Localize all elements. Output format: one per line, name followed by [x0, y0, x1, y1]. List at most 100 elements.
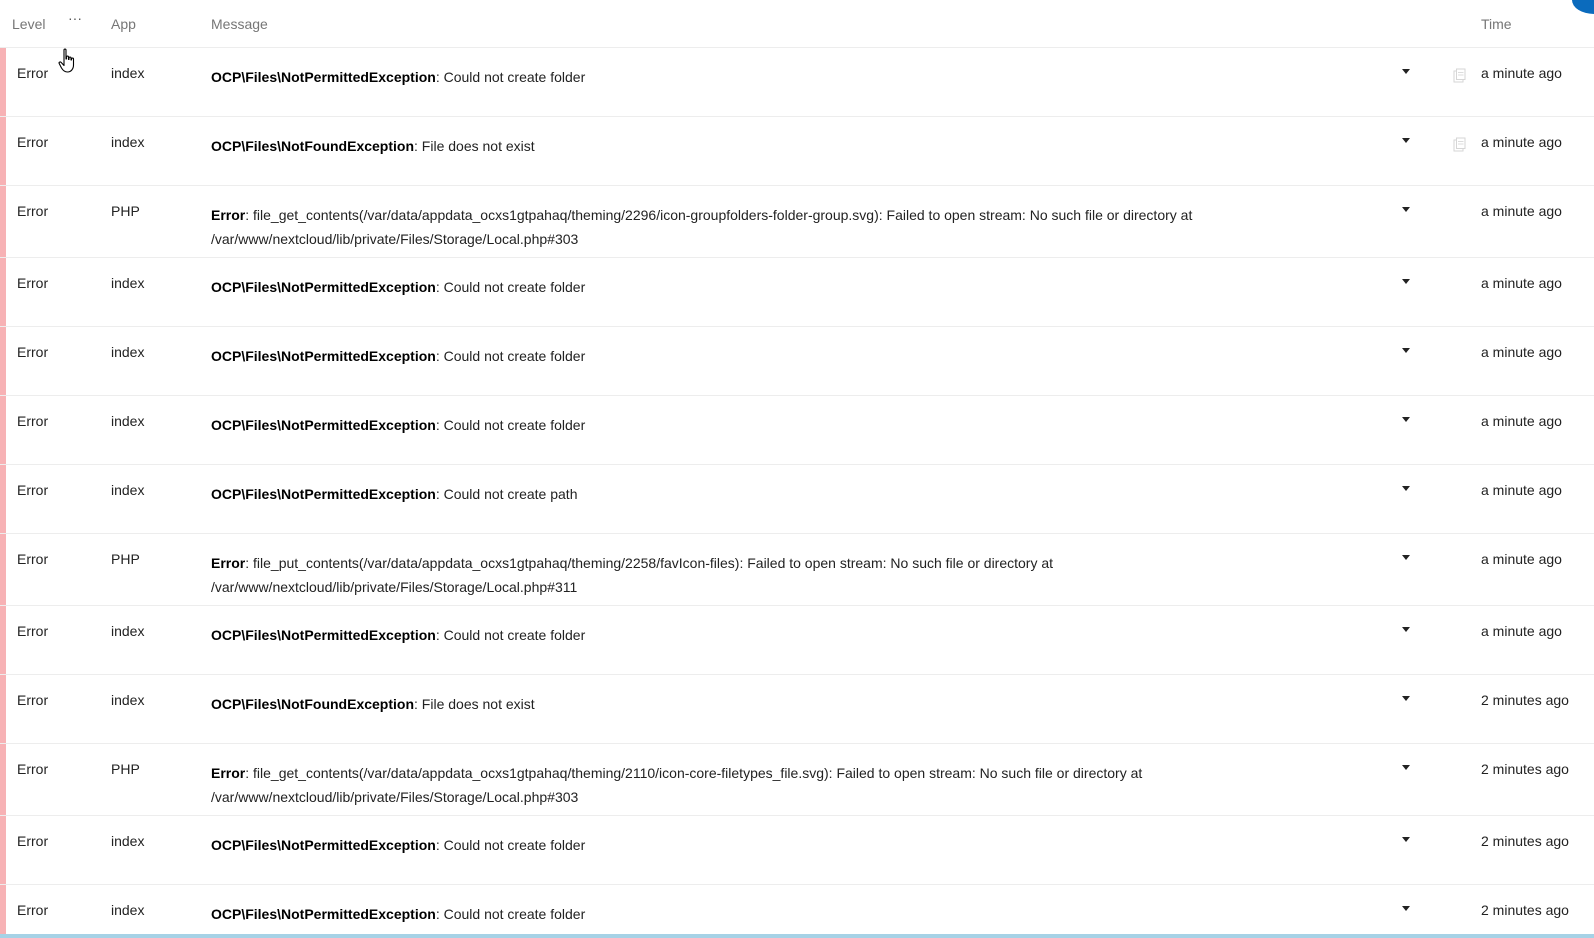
log-time: 2 minutes ago	[1481, 902, 1569, 918]
caret-down-icon[interactable]	[1402, 207, 1410, 212]
log-app: index	[111, 275, 145, 291]
log-message: OCP\Files\NotPermittedException: Could n…	[211, 413, 1271, 437]
caret-down-icon[interactable]	[1402, 837, 1410, 842]
log-app: index	[111, 134, 145, 150]
log-level: Error	[17, 482, 49, 498]
caret-down-icon[interactable]	[1402, 417, 1410, 422]
log-app: index	[111, 692, 145, 708]
message-text: : file_get_contents(/var/data/appdata_oc…	[245, 207, 1193, 223]
column-header-level[interactable]: Level	[12, 16, 45, 32]
message-text: : Could not create folder	[435, 837, 586, 853]
log-row[interactable]: Error index OCP\Files\NotPermittedExceptio…	[0, 48, 1594, 117]
message-text: : Could not create folder	[435, 906, 586, 922]
log-level: Error	[17, 902, 49, 918]
exception-class: OCP\Files\NotPermittedException	[211, 348, 436, 364]
message-text: : Could not create folder	[435, 417, 586, 433]
log-level: Error	[17, 344, 49, 360]
exception-class: OCP\Files\NotPermittedException	[211, 486, 436, 502]
log-row[interactable]: Error index OCP\Files\NotPermittedExceptio…	[0, 327, 1594, 396]
log-row[interactable]: Error index OCP\Files\NotPermittedExceptio…	[0, 606, 1594, 675]
log-row[interactable]: Error index OCP\Files\NotFoundException: F…	[0, 117, 1594, 186]
log-level: Error	[17, 275, 49, 291]
caret-down-icon[interactable]	[1402, 486, 1410, 491]
horizontal-scrollbar[interactable]	[0, 934, 1594, 938]
message-text: : Could not create path	[435, 486, 578, 502]
copy-icon[interactable]	[1453, 137, 1466, 152]
exception-class: OCP\Files\NotPermittedException	[211, 279, 436, 295]
log-app: index	[111, 65, 145, 81]
log-row[interactable]: Error index OCP\Files\NotPermittedExceptio…	[0, 885, 1594, 938]
log-app: index	[111, 623, 145, 639]
log-time: a minute ago	[1481, 344, 1562, 360]
log-row[interactable]: Error PHP Error: file_get_contents(/var/da…	[0, 744, 1594, 816]
log-row[interactable]: Error index OCP\Files\NotFoundException: F…	[0, 675, 1594, 744]
caret-down-icon[interactable]	[1402, 348, 1410, 353]
column-header-time[interactable]: Time	[1481, 16, 1512, 32]
exception-class: OCP\Files\NotPermittedException	[211, 627, 436, 643]
caret-down-icon[interactable]	[1402, 555, 1410, 560]
log-message: Error: file_get_contents(/var/data/appda…	[211, 203, 1271, 251]
log-time: a minute ago	[1481, 65, 1562, 81]
log-message: Error: file_put_contents(/var/data/appda…	[211, 551, 1271, 599]
message-text-continued: /var/www/nextcloud/lib/private/Files/Sto…	[211, 579, 578, 595]
column-header-app[interactable]: App	[111, 16, 136, 32]
copy-icon[interactable]	[1453, 68, 1466, 83]
caret-down-icon[interactable]	[1402, 765, 1410, 770]
log-time: a minute ago	[1481, 134, 1562, 150]
log-time: a minute ago	[1481, 551, 1562, 567]
log-time: 2 minutes ago	[1481, 761, 1569, 777]
log-app: index	[111, 344, 145, 360]
log-app: index	[111, 833, 145, 849]
log-time: a minute ago	[1481, 413, 1562, 429]
message-text: : File does not exist	[414, 138, 535, 154]
hand-pointer-icon	[58, 48, 75, 73]
log-row[interactable]: Error index OCP\Files\NotPermittedExceptio…	[0, 465, 1594, 534]
more-dots-icon[interactable]: ···	[68, 10, 82, 26]
log-entries-list: Error index OCP\Files\NotPermittedExceptio…	[0, 48, 1594, 938]
log-row[interactable]: Error PHP Error: file_get_contents(/var/da…	[0, 186, 1594, 258]
caret-down-icon[interactable]	[1402, 69, 1410, 74]
level-indicator-bar	[0, 396, 6, 464]
log-message: OCP\Files\NotPermittedException: Could n…	[211, 65, 1271, 89]
log-level: Error	[17, 65, 49, 81]
level-indicator-bar	[0, 117, 6, 185]
caret-down-icon[interactable]	[1402, 696, 1410, 701]
log-row[interactable]: Error index OCP\Files\NotPermittedExceptio…	[0, 258, 1594, 327]
log-level: Error	[17, 833, 49, 849]
log-row[interactable]: Error PHP Error: file_put_contents(/var/da…	[0, 534, 1594, 606]
level-indicator-bar	[0, 327, 6, 395]
caret-down-icon[interactable]	[1402, 906, 1410, 911]
log-table-header: Level ··· App Message Time	[0, 0, 1594, 48]
log-message: OCP\Files\NotPermittedException: Could n…	[211, 623, 1271, 647]
exception-class: OCP\Files\NotPermittedException	[211, 837, 436, 853]
log-message: OCP\Files\NotPermittedException: Could n…	[211, 275, 1271, 299]
log-level: Error	[17, 551, 49, 567]
log-row[interactable]: Error index OCP\Files\NotPermittedExceptio…	[0, 816, 1594, 885]
message-text: : Could not create folder	[435, 279, 586, 295]
level-indicator-bar	[0, 816, 6, 884]
log-time: a minute ago	[1481, 203, 1562, 219]
level-indicator-bar	[0, 534, 6, 605]
log-level: Error	[17, 692, 49, 708]
message-text: : Could not create folder	[435, 348, 586, 364]
column-header-message[interactable]: Message	[211, 16, 268, 32]
log-message: OCP\Files\NotPermittedException: Could n…	[211, 902, 1271, 926]
exception-class: Error	[211, 207, 246, 223]
level-indicator-bar	[0, 258, 6, 326]
caret-down-icon[interactable]	[1402, 138, 1410, 143]
level-indicator-bar	[0, 744, 6, 815]
log-message: OCP\Files\NotFoundException: File does n…	[211, 692, 1271, 716]
message-text-continued: /var/www/nextcloud/lib/private/Files/Sto…	[211, 789, 579, 805]
log-app: index	[111, 413, 145, 429]
caret-down-icon[interactable]	[1402, 627, 1410, 632]
message-text: : Could not create folder	[435, 627, 586, 643]
log-app: index	[111, 482, 145, 498]
log-row[interactable]: Error index OCP\Files\NotPermittedExceptio…	[0, 396, 1594, 465]
exception-class: OCP\Files\NotPermittedException	[211, 69, 436, 85]
message-text: : file_put_contents(/var/data/appdata_oc…	[245, 555, 1054, 571]
log-message: OCP\Files\NotPermittedException: Could n…	[211, 833, 1271, 857]
caret-down-icon[interactable]	[1402, 279, 1410, 284]
log-time: a minute ago	[1481, 623, 1562, 639]
exception-class: OCP\Files\NotFoundException	[211, 696, 415, 712]
exception-class: OCP\Files\NotFoundException	[211, 138, 415, 154]
